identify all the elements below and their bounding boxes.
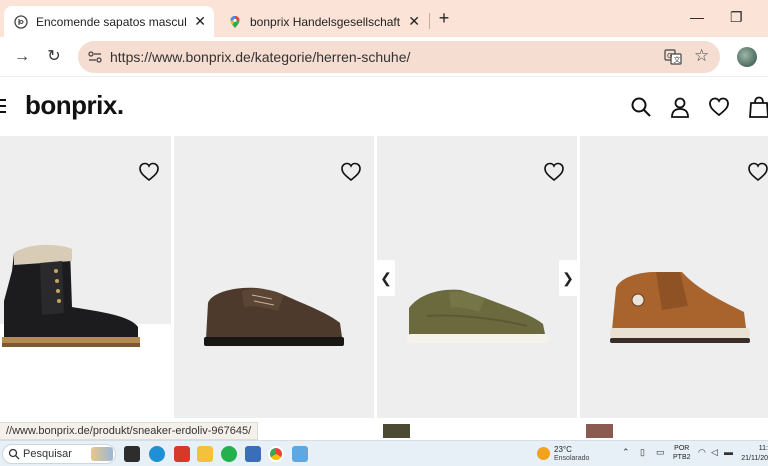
minimize-window-icon[interactable]: — [690,9,704,25]
product-image[interactable] [405,286,550,350]
link-status-bar: //www.bonprix.de/produkt/sneaker-erdoliv… [0,422,259,440]
color-swatch[interactable] [586,424,613,438]
restore-window-icon[interactable]: ❐ [730,9,743,25]
svg-text:G: G [667,52,672,60]
task-view-icon[interactable] [124,446,140,462]
tab-strip: Encomende sapatos masculinos de ✕ bonpri… [0,0,768,37]
edge-browser-icon[interactable] [149,446,165,462]
product-card[interactable]: ❮ ❯ [377,136,577,418]
wifi-icon[interactable]: ◠ [698,447,706,458]
product-grid: ❮ ❯ [0,136,768,418]
bonprix-logo[interactable]: bonprix. [25,90,124,121]
site-header: bonprix. [0,78,768,136]
wishlist-heart-icon[interactable] [138,162,160,182]
usb-icon[interactable]: ▯ [640,447,645,458]
product-image[interactable] [202,281,347,349]
bookmark-star-icon[interactable]: ☆ [694,46,709,66]
weather-temp: 23°C [554,445,572,454]
tab-bonprix-shoes[interactable]: Encomende sapatos masculinos de ✕ [4,6,214,37]
translate-icon[interactable]: G 文 [664,48,682,66]
product-image[interactable] [608,266,753,350]
sun-icon [537,447,550,460]
tab-title: Encomende sapatos masculinos de [36,14,186,29]
new-tab-button[interactable]: + [436,9,452,27]
lang-line1: POR [674,445,690,452]
bonprix-favicon-icon [14,14,28,29]
clock-time: 11: [758,445,768,452]
menu-icon[interactable] [0,99,6,113]
tab-title: bonprix Handelsgesellschaft mbH [250,14,400,29]
system-clock[interactable]: 11: 21/11/20 [740,444,768,464]
search-icon[interactable] [630,96,652,118]
address-url[interactable]: https://www.bonprix.de/kategorie/herren-… [110,49,410,65]
file-explorer-icon[interactable] [197,446,213,462]
taskbar-search[interactable]: Pesquisar [2,444,116,464]
taskbar: Pesquisar 23°C Ensolarado ⌃ ▯ ▭ POR PTB2… [0,440,768,466]
maps-pin-icon [230,15,240,28]
weather-condition: Ensolarado [554,455,590,462]
close-tab-icon[interactable]: ✕ [408,13,420,29]
tab-divider [429,13,430,29]
battery-icon[interactable]: ▬ [724,447,733,457]
language-indicator[interactable]: POR PTB2 [673,444,691,462]
svg-text:文: 文 [674,55,681,64]
product-card[interactable] [174,136,374,418]
reload-icon[interactable]: ↻ [44,47,64,67]
app-red-icon[interactable] [174,446,190,462]
product-card[interactable] [0,136,171,418]
search-placeholder: Pesquisar [23,448,72,460]
profile-avatar[interactable] [737,47,757,67]
wishlist-heart-icon[interactable] [747,162,768,182]
next-image-button[interactable]: ❯ [559,260,577,296]
lang-line2: PTB2 [673,454,691,461]
clock-date: 21/11/20 [741,455,768,462]
chevron-up-icon[interactable]: ⌃ [622,447,630,458]
forward-arrow-icon[interactable]: → [12,47,32,67]
app-blue-icon[interactable] [245,446,261,462]
shopping-bag-icon[interactable] [748,96,768,118]
search-highlight-icon [91,447,113,461]
close-tab-icon[interactable]: ✕ [194,13,206,29]
product-card[interactable] [580,136,768,418]
search-icon [8,448,20,460]
previous-image-button[interactable]: ❮ [377,260,395,296]
address-bar[interactable]: https://www.bonprix.de/kategorie/herren-… [78,41,720,73]
tab-bonprix-maps[interactable]: bonprix Handelsgesellschaft mbH ✕ [220,6,428,37]
display-icon[interactable]: ▭ [656,447,665,458]
volume-icon[interactable]: ◁ [711,447,718,458]
product-image[interactable] [0,241,145,351]
wishlist-heart-icon[interactable] [340,162,362,182]
chrome-icon[interactable] [268,446,284,462]
wishlist-heart-icon[interactable] [708,96,730,118]
site-settings-icon[interactable] [86,48,104,66]
app-cloud-icon[interactable] [292,446,308,462]
wishlist-heart-icon[interactable] [543,162,565,182]
chevron-right-icon: ❯ [562,269,574,286]
whatsapp-icon[interactable] [221,446,237,462]
account-icon[interactable] [669,96,691,118]
color-swatch[interactable] [383,424,410,438]
chevron-left-icon: ❮ [380,269,392,286]
browser-toolbar: → ↻ https://www.bonprix.de/kategorie/her… [0,37,768,77]
